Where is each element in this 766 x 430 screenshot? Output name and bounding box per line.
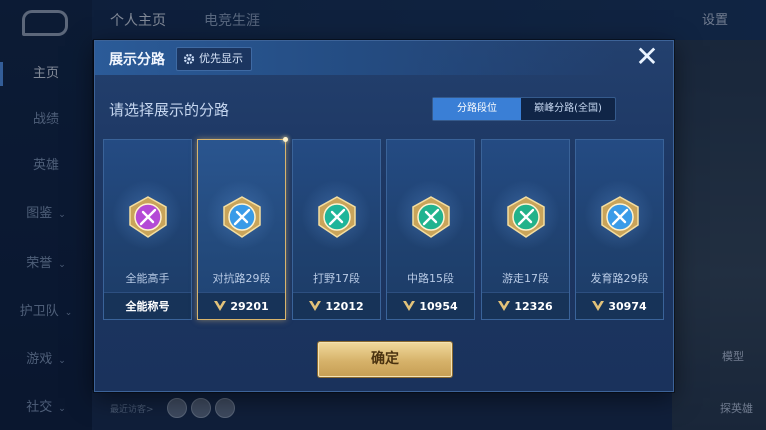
- lane-card[interactable]: 对抗路29段 29201: [197, 137, 288, 320]
- gear-icon: [183, 53, 195, 65]
- display-lane-dialog: 展示分路 优先显示 ✕ 请选择展示的分路 分路段位 巅峰分路(全国) 全能高手全…: [94, 40, 674, 392]
- lane-card-points: 全能称号: [125, 300, 170, 313]
- dialog-subtitle: 请选择展示的分路: [109, 101, 230, 119]
- lane-card-points: 10954: [419, 299, 458, 313]
- lane-card-name: 发育路29段: [590, 272, 649, 285]
- farm-lane-emblem-icon: [601, 196, 639, 238]
- lane-card-points: 12326: [514, 299, 553, 313]
- lane-card-name: 打野17段: [313, 272, 360, 285]
- confirm-button[interactable]: 确定: [318, 342, 452, 377]
- tab-peak-lane[interactable]: 巅峰分路(全国): [521, 98, 615, 120]
- roam-emblem-icon: [507, 196, 545, 238]
- lane-card-points: 29201: [230, 299, 269, 313]
- rank-points-icon: [214, 301, 227, 311]
- dialog-title: 展示分路: [109, 52, 165, 68]
- lane-card-name: 中路15段: [407, 272, 454, 285]
- rank-points-icon: [592, 301, 605, 311]
- lane-card-points: 12012: [325, 299, 364, 313]
- lane-card[interactable]: 中路15段 10954: [386, 139, 475, 320]
- close-button[interactable]: ✕: [635, 43, 659, 71]
- tab-lane-rank[interactable]: 分路段位: [433, 98, 521, 120]
- lane-card-name: 全能高手: [125, 272, 170, 285]
- rank-points-icon: [309, 301, 322, 311]
- lane-card[interactable]: 打野17段 12012: [292, 139, 381, 320]
- lane-mode-switch: 分路段位 巅峰分路(全国): [432, 97, 616, 121]
- lane-card-footer: 12326: [482, 292, 569, 319]
- lane-card-footer: 29201: [198, 292, 285, 319]
- lane-card[interactable]: 发育路29段 30974: [575, 139, 664, 320]
- jungle-emblem-icon: [318, 196, 356, 238]
- priority-display-label: 优先显示: [199, 52, 243, 65]
- lane-card-footer: 12012: [293, 292, 380, 319]
- mid-lane-emblem-icon: [412, 196, 450, 238]
- lane-card-footer: 10954: [387, 292, 474, 319]
- lane-card[interactable]: 游走17段 12326: [481, 139, 570, 320]
- selected-sparkle: [283, 137, 288, 142]
- lane-card-name: 游走17段: [502, 272, 549, 285]
- lane-card-footer: 30974: [576, 292, 663, 319]
- allround-emblem-icon: [129, 196, 167, 238]
- rank-points-icon: [498, 301, 511, 311]
- priority-display-button[interactable]: 优先显示: [176, 47, 252, 71]
- lane-card-points: 30974: [608, 299, 647, 313]
- clash-lane-emblem-icon: [223, 196, 261, 238]
- rank-points-icon: [403, 301, 416, 311]
- lane-card-footer: 全能称号: [104, 292, 191, 319]
- lane-card[interactable]: 全能高手 全能称号: [103, 139, 192, 320]
- lane-card-name: 对抗路29段: [212, 272, 271, 285]
